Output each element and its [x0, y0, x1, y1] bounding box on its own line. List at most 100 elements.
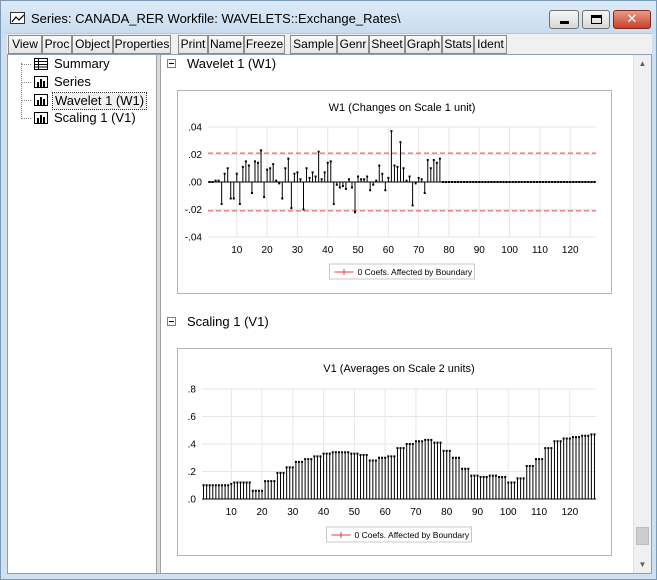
- tree-item-wavelet-1[interactable]: Wavelet 1 (W1): [21, 91, 153, 110]
- tree-item-summary[interactable]: Summary: [21, 55, 153, 73]
- tree-item-label: Scaling 1 (V1): [54, 110, 136, 125]
- vertical-scrollbar[interactable]: ▲ ▼: [633, 55, 651, 573]
- stem-marker: [534, 458, 537, 461]
- x-tick-label: 60: [383, 245, 395, 256]
- x-tick-label: 70: [413, 245, 425, 256]
- stem-marker: [269, 167, 272, 170]
- stem-marker: [381, 456, 384, 459]
- tree-item-series[interactable]: Series: [21, 73, 153, 91]
- x-tick-label: 20: [256, 507, 268, 518]
- stem-marker: [505, 181, 508, 183]
- stats-button[interactable]: Stats: [442, 35, 474, 54]
- view-button[interactable]: View: [8, 35, 42, 54]
- stem-marker: [270, 480, 273, 483]
- minimize-button[interactable]: [549, 10, 579, 29]
- object-button[interactable]: Object: [72, 35, 113, 54]
- stem-marker: [442, 449, 445, 452]
- stem-marker: [470, 474, 473, 477]
- stem-marker: [239, 481, 242, 484]
- stem-marker: [504, 476, 507, 478]
- stem-marker: [244, 160, 247, 163]
- wavelet-chart: W1 (Changes on Scale 1 unit) .04 .02 .00 -.0…: [185, 102, 596, 280]
- stem-marker: [341, 185, 344, 188]
- stem-marker: [328, 452, 331, 455]
- chart-title: V1 (Averages on Scale 2 units): [323, 363, 474, 375]
- stem-marker: [587, 434, 590, 437]
- stem-marker: [408, 443, 411, 445]
- sheet-button[interactable]: Sheet: [369, 35, 405, 54]
- stem-marker: [584, 181, 587, 183]
- stem-marker: [523, 181, 526, 183]
- stem-marker: [363, 178, 366, 181]
- stem-marker: [532, 181, 535, 183]
- freeze-button[interactable]: Freeze: [244, 35, 285, 54]
- stem-marker: [279, 471, 282, 474]
- stem-marker: [522, 477, 525, 480]
- close-button[interactable]: ✕: [613, 10, 651, 29]
- scroll-thumb[interactable]: [636, 527, 649, 545]
- scaling-chart-frame: V1 (Averages on Scale 2 units) .8 .6 .4 .2 .0…: [177, 348, 612, 556]
- stem-marker: [310, 458, 313, 461]
- stem-marker: [314, 175, 317, 178]
- stem-marker: [254, 489, 257, 492]
- proc-button[interactable]: Proc: [42, 35, 72, 54]
- stem-marker: [335, 183, 338, 186]
- tree-item-scaling-1[interactable]: Scaling 1 (V1): [21, 109, 153, 127]
- stem-marker: [371, 459, 374, 462]
- stem-marker: [347, 178, 350, 181]
- tree-item-label: Summary: [54, 56, 110, 71]
- collapse-icon[interactable]: [167, 317, 176, 326]
- stem-marker: [285, 466, 288, 469]
- x-tick-label: 90: [474, 245, 486, 256]
- stem-marker: [528, 465, 531, 467]
- stem-marker: [427, 438, 430, 441]
- stem-marker: [323, 171, 326, 174]
- x-tick-label: 30: [292, 245, 304, 256]
- stem-marker: [214, 179, 217, 182]
- stem-marker: [499, 181, 502, 183]
- maximize-button[interactable]: [582, 10, 610, 29]
- genr-button[interactable]: Genr: [337, 35, 369, 54]
- stem-marker: [308, 176, 311, 179]
- stem-marker: [562, 437, 565, 440]
- stem-marker: [378, 164, 381, 167]
- stem-marker: [538, 181, 541, 183]
- print-button[interactable]: Print: [178, 35, 208, 54]
- stem-marker: [369, 189, 372, 192]
- stem-marker: [338, 186, 341, 189]
- scroll-up-icon[interactable]: ▲: [634, 55, 651, 72]
- stem-marker: [519, 477, 522, 480]
- chart-title: W1 (Changes on Scale 1 unit): [329, 102, 476, 114]
- stem-marker: [448, 449, 451, 452]
- graph-button[interactable]: Graph: [405, 35, 442, 54]
- sample-button[interactable]: Sample: [290, 35, 337, 54]
- stem-marker: [482, 476, 485, 478]
- title-bar[interactable]: Series: CANADA_RER Workfile: WAVELETS::E…: [1, 1, 656, 33]
- stem-marker: [290, 207, 293, 210]
- x-tick-label: 90: [472, 507, 484, 518]
- stem-marker: [223, 172, 226, 175]
- stem-marker: [426, 159, 429, 161]
- stem-marker: [242, 481, 245, 484]
- scaling-chart: V1 (Averages on Scale 2 units) .8 .6 .4 .2 .0…: [188, 363, 596, 543]
- x-tick-label: 100: [501, 245, 518, 256]
- wavelet-chart-frame: W1 (Changes on Scale 1 unit) .04 .02 .00 -.0…: [177, 90, 612, 294]
- stem-marker: [278, 182, 281, 185]
- legend-label: 0 Coefs. Affected by Boundary: [355, 530, 470, 540]
- section-scaling-header[interactable]: Scaling 1 (V1): [167, 314, 607, 332]
- section-wavelet-header[interactable]: Wavelet 1 (W1): [167, 56, 607, 74]
- stem-marker: [226, 167, 229, 170]
- x-tick-label: 40: [322, 245, 334, 256]
- name-button[interactable]: Name: [208, 35, 244, 54]
- stem-marker: [304, 458, 307, 461]
- stem-marker: [353, 452, 356, 455]
- collapse-icon[interactable]: [167, 59, 176, 68]
- x-tick-label: 100: [500, 507, 517, 518]
- scroll-down-icon[interactable]: ▼: [634, 556, 651, 573]
- stem-marker: [316, 455, 319, 458]
- ident-button[interactable]: Ident: [474, 35, 507, 54]
- stem-marker: [420, 178, 423, 181]
- properties-button[interactable]: Properties: [113, 35, 171, 54]
- stem-marker: [245, 481, 248, 484]
- stem-marker: [411, 204, 414, 207]
